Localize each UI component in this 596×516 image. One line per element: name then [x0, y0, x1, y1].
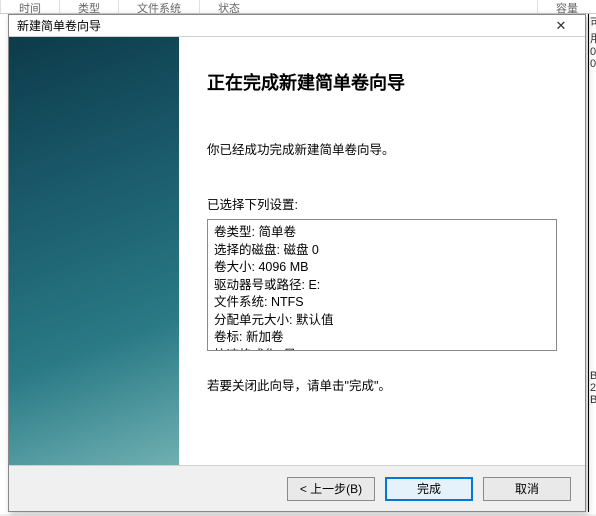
wizard-body: 正在完成新建简单卷向导 你已经成功完成新建简单卷向导。 已选择下列设置: 卷类型… [9, 37, 585, 465]
finish-button[interactable]: 完成 [385, 477, 473, 501]
bg-col: 文件系统 [118, 0, 199, 13]
side-banner [9, 37, 179, 465]
cancel-button-label: 取消 [515, 480, 539, 497]
success-message: 你已经成功完成新建简单卷向导。 [207, 139, 557, 158]
bg-col-right: 容量 [537, 0, 596, 13]
bg-col: 时间 [0, 0, 59, 13]
close-button[interactable]: ✕ [543, 16, 579, 36]
wizard-content: 正在完成新建简单卷向导 你已经成功完成新建简单卷向导。 已选择下列设置: 卷类型… [179, 37, 585, 465]
back-button[interactable]: < 上一步(B) [287, 477, 375, 501]
button-bar: < 上一步(B) 完成 取消 [9, 465, 585, 511]
settings-line: 快速格式化: 是 [214, 347, 550, 352]
settings-line: 文件系统: NTFS [214, 294, 550, 312]
settings-line: 驱动器号或路径: E: [214, 277, 550, 295]
bg-col: 状态 [199, 0, 258, 13]
settings-line: 选择的磁盘: 磁盘 0 [214, 242, 550, 260]
settings-line: 分配单元大小: 默认值 [214, 312, 550, 330]
back-button-label: < 上一步(B) [300, 480, 362, 497]
settings-line: 卷大小: 4096 MB [214, 259, 550, 277]
cancel-button[interactable]: 取消 [483, 477, 571, 501]
titlebar[interactable]: 新建简单卷向导 ✕ [9, 15, 585, 37]
page-heading: 正在完成新建简单卷向导 [207, 69, 557, 95]
wizard-dialog: 新建简单卷向导 ✕ 正在完成新建简单卷向导 你已经成功完成新建简单卷向导。 已选… [8, 14, 586, 512]
settings-summary[interactable]: 卷类型: 简单卷 选择的磁盘: 磁盘 0 卷大小: 4096 MB 驱动器号或路… [207, 219, 557, 351]
finish-button-label: 完成 [417, 480, 441, 497]
close-icon: ✕ [556, 18, 567, 34]
settings-line: 卷类型: 简单卷 [214, 224, 550, 242]
close-hint: 若要关闭此向导，请单击"完成"。 [207, 375, 557, 394]
settings-label: 已选择下列设置: [207, 194, 557, 213]
bg-col: 类型 [59, 0, 118, 13]
window-title: 新建简单卷向导 [17, 17, 101, 34]
background-right-strip: 可用 0 0 B 2 B [588, 14, 596, 512]
settings-line: 卷标: 新加卷 [214, 329, 550, 347]
background-columns: 时间 类型 文件系统 状态 容量 [0, 0, 596, 14]
